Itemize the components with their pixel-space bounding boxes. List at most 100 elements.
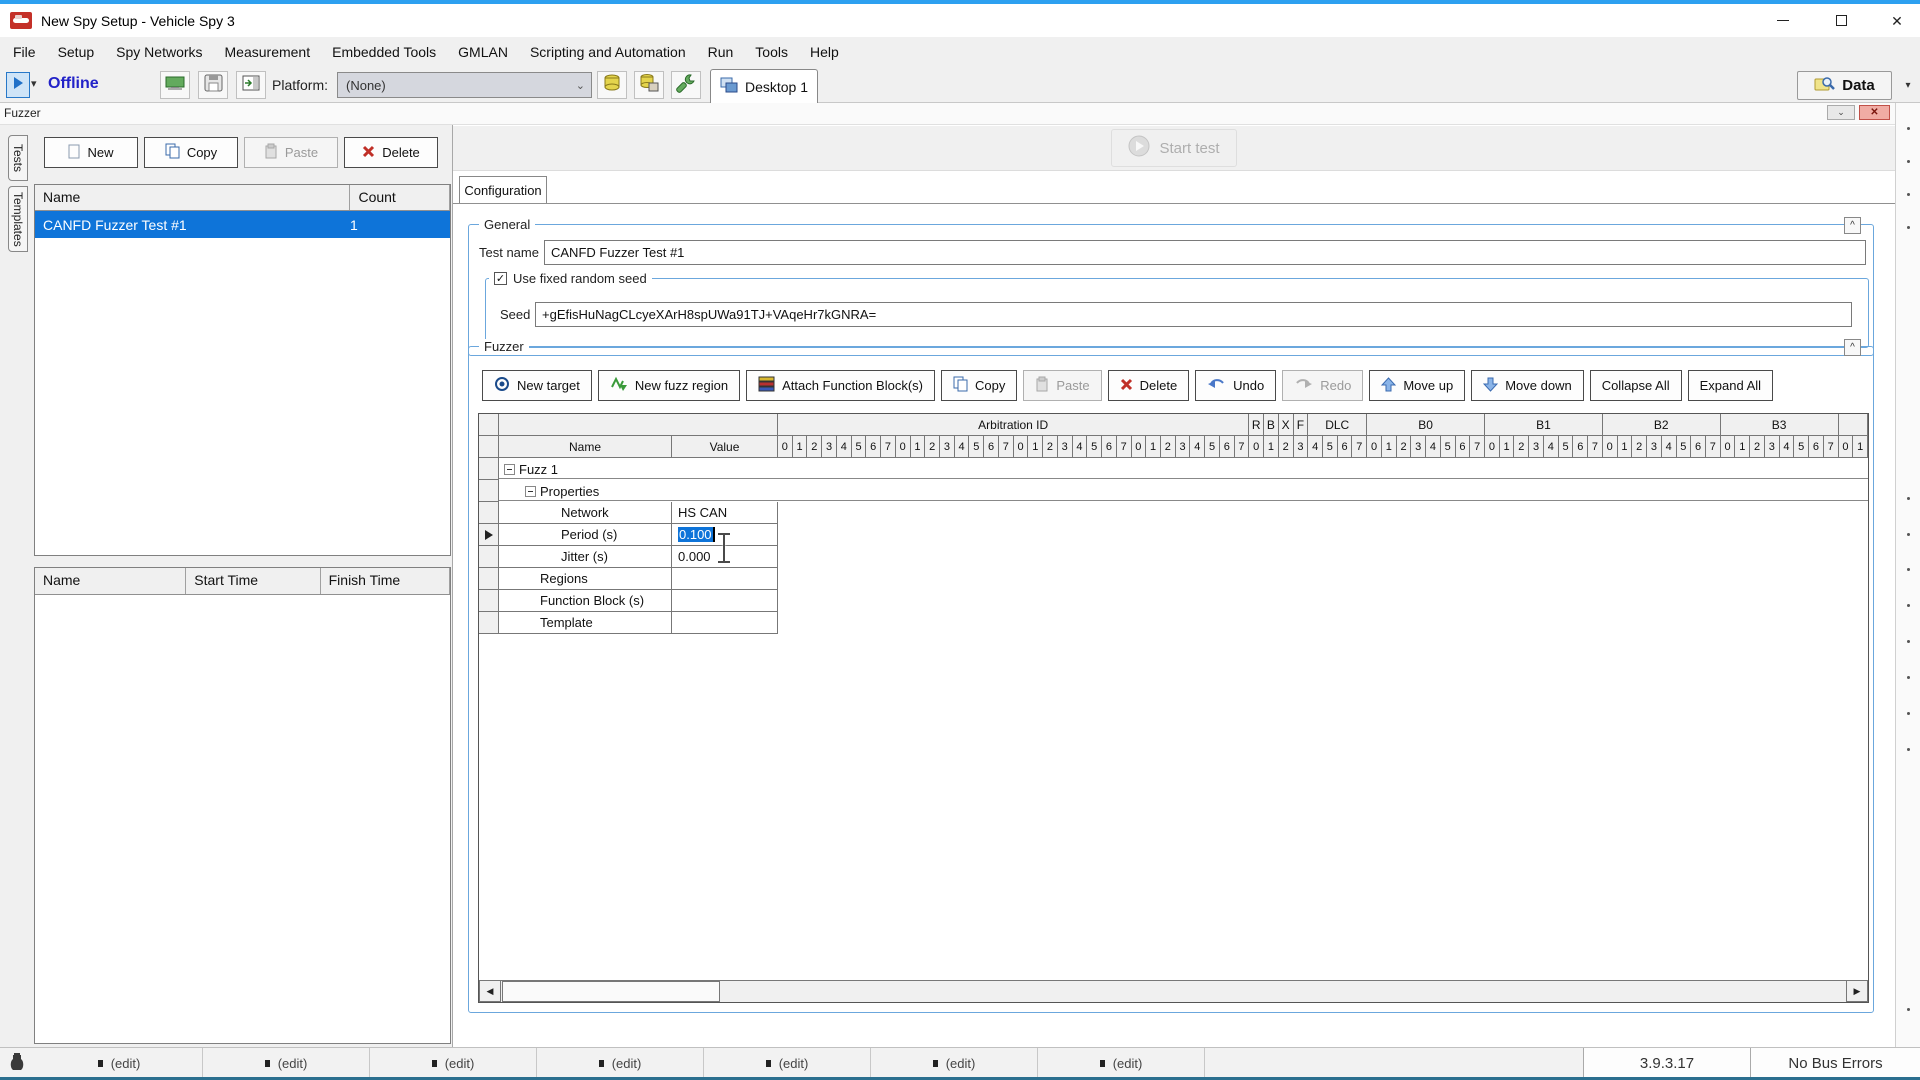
tab-configuration[interactable]: Configuration — [459, 176, 547, 204]
data-dropdown-arrow[interactable]: ▾ — [1898, 71, 1918, 100]
new-fuzz-region-button-label: New fuzz region — [635, 378, 728, 393]
hscroll-left-button[interactable]: ◀ — [479, 980, 501, 1002]
delete-button[interactable]: Delete — [1108, 370, 1190, 401]
fuzzer-collapse-button[interactable]: ^ — [1844, 339, 1861, 356]
collapse-all-button[interactable]: Collapse All — [1590, 370, 1682, 401]
database-tool-button[interactable] — [597, 71, 627, 99]
tests-col-name[interactable]: Name — [35, 185, 350, 210]
bit-header-cell: 0 — [1014, 436, 1029, 458]
row-gutter-cell[interactable] — [479, 590, 499, 612]
move-down-button[interactable]: Move down — [1471, 370, 1583, 401]
copy-icon — [953, 376, 968, 395]
ecu-tool-button[interactable] — [160, 71, 190, 99]
save-tool-button[interactable] — [198, 71, 228, 99]
minimize-icon — [1777, 20, 1789, 21]
menu-tools[interactable]: Tools — [744, 37, 799, 67]
start-test-button[interactable]: Start test — [1111, 129, 1236, 167]
general-collapse-button[interactable]: ^ — [1844, 217, 1861, 234]
options-tool-button[interactable] — [671, 71, 701, 99]
grid-col-name[interactable]: Name — [499, 436, 672, 458]
menu-embedded-tools[interactable]: Embedded Tools — [321, 37, 447, 67]
tree-cell-value[interactable] — [672, 612, 778, 634]
undo-button[interactable]: Undo — [1195, 370, 1276, 401]
new-target-button[interactable]: New target — [482, 370, 592, 401]
menu-spy-networks[interactable]: Spy Networks — [105, 37, 213, 67]
expander-minus-icon[interactable] — [504, 464, 515, 475]
tree-cell-value[interactable]: HS CAN — [672, 502, 778, 524]
expand-all-button[interactable]: Expand All — [1688, 370, 1773, 401]
platform-select[interactable]: (None)⌄ — [337, 72, 592, 98]
bit-header-cell: 1 — [911, 436, 926, 458]
bit-header-cell: 7 — [1706, 436, 1721, 458]
test-row-selected[interactable]: CANFD Fuzzer Test #1 1 — [35, 211, 450, 238]
tree-cell-name[interactable]: Network — [499, 502, 672, 524]
bit-header-cell: 7 — [999, 436, 1014, 458]
bit-header-cell: 3 — [1647, 436, 1662, 458]
runs-table: NameStart TimeFinish Time — [34, 567, 451, 1044]
side-tab-templates[interactable]: Templates — [8, 186, 28, 252]
attach-function-block-s-button[interactable]: Attach Function Block(s) — [746, 370, 935, 401]
tree-row-fuzz-1[interactable]: Fuzz 1 — [504, 458, 558, 480]
tests-col-count[interactable]: Count — [350, 185, 450, 210]
window-title: New Spy Setup - Vehicle Spy 3 — [41, 13, 235, 29]
side-tab-templates-label: Templates — [11, 192, 25, 247]
row-gutter-cell[interactable] — [479, 612, 499, 634]
test-name-input[interactable]: CANFD Fuzzer Test #1 — [544, 240, 1866, 265]
hscroll-thumb[interactable] — [502, 981, 720, 1002]
run-dropdown-arrow[interactable]: ▾ — [31, 77, 37, 90]
tree-cell-name[interactable]: Regions — [499, 568, 672, 590]
tree-row-properties[interactable]: Properties — [525, 480, 599, 502]
new-test-button[interactable]: New — [44, 137, 138, 168]
data-button[interactable]: Data — [1797, 71, 1892, 100]
row-gutter-cell[interactable] — [479, 546, 499, 568]
bit-header-cell: 4 — [837, 436, 852, 458]
run-button[interactable] — [6, 72, 30, 98]
menu-run[interactable]: Run — [697, 37, 745, 67]
row-gutter-cell[interactable] — [479, 524, 499, 546]
tree-cell-value[interactable] — [672, 568, 778, 590]
close-button[interactable]: ✕ — [1874, 4, 1920, 37]
runs-col-name[interactable]: Name — [35, 568, 186, 594]
panel-minimize-button[interactable]: ⌄ — [1827, 105, 1855, 120]
database-save-tool-button[interactable] — [634, 71, 664, 99]
new-fuzz-region-button[interactable]: New fuzz region — [598, 370, 740, 401]
grid-col-value[interactable]: Value — [672, 436, 778, 458]
menu-gmlan[interactable]: GMLAN — [447, 37, 519, 67]
tree-cell-name[interactable]: Template — [499, 612, 672, 634]
runs-col-finish-time[interactable]: Finish Time — [321, 568, 450, 594]
menu-measurement[interactable]: Measurement — [214, 37, 322, 67]
tab-desktop-1[interactable]: Desktop 1 — [710, 69, 818, 103]
test-name-label: Test name — [479, 245, 539, 260]
row-gutter-cell[interactable] — [479, 480, 499, 502]
tree-cell-name[interactable]: Period (s) — [499, 524, 672, 546]
bit-header-cell: 4 — [1308, 436, 1323, 458]
move-up-button[interactable]: Move up — [1369, 370, 1465, 401]
expander-minus-icon[interactable] — [525, 486, 536, 497]
row-gutter-cell[interactable] — [479, 502, 499, 524]
panel-close-button[interactable]: ✕ — [1859, 105, 1890, 120]
import-tool-button[interactable] — [236, 71, 266, 99]
side-tab-tests[interactable]: Tests — [8, 135, 28, 181]
seed-input[interactable]: +gEfisHuNagCLcyeXArH8spUWa91TJ+VAqeHr7kG… — [535, 302, 1852, 327]
copy-test-button[interactable]: Copy — [144, 137, 238, 168]
tree-cell-name[interactable]: Jitter (s) — [499, 546, 672, 568]
minimize-button[interactable] — [1760, 4, 1806, 37]
tree-cell-value[interactable] — [672, 590, 778, 612]
tree-cell-name[interactable]: Function Block (s) — [499, 590, 672, 612]
menu-scripting-and-automation[interactable]: Scripting and Automation — [519, 37, 697, 67]
row-gutter-cell[interactable] — [479, 458, 499, 480]
use-fixed-seed-checkbox[interactable]: ✓ — [494, 272, 507, 285]
paste-button[interactable]: Paste — [1023, 370, 1101, 401]
copy-button[interactable]: Copy — [941, 370, 1017, 401]
menu-file[interactable]: File — [2, 37, 47, 67]
maximize-button[interactable] — [1818, 4, 1864, 37]
delete-test-button[interactable]: Delete — [344, 137, 438, 168]
menu-help[interactable]: Help — [799, 37, 850, 67]
runs-col-start-time[interactable]: Start Time — [186, 568, 320, 594]
menu-setup[interactable]: Setup — [47, 37, 106, 67]
paste-test-button[interactable]: Paste — [244, 137, 338, 168]
row-gutter-cell[interactable] — [479, 568, 499, 590]
tree-row-line — [499, 480, 1868, 501]
hscroll-right-button[interactable]: ▶ — [1846, 980, 1868, 1002]
redo-button[interactable]: Redo — [1282, 370, 1363, 401]
